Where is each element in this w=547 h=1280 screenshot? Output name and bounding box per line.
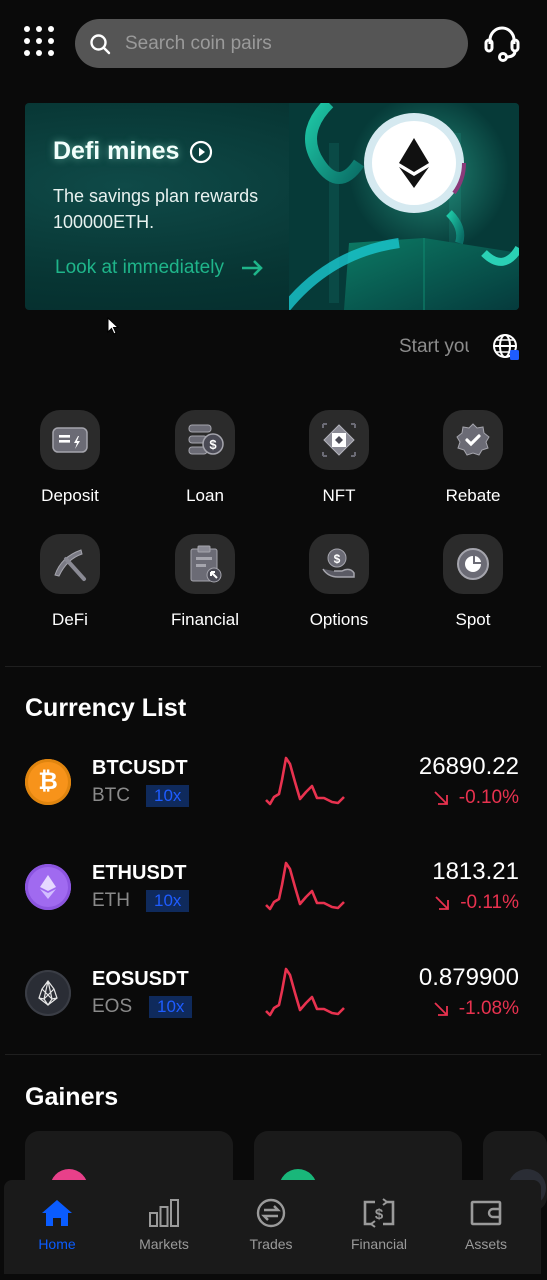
base-symbol: ETH <box>92 890 130 911</box>
sparkline <box>265 861 345 911</box>
clipboard-icon <box>190 545 222 583</box>
leverage-badge: 10x <box>146 785 190 807</box>
pair-name: BTCUSDT <box>92 757 188 779</box>
quick-item-rebate[interactable]: Rebate <box>413 410 533 506</box>
quick-item-nft[interactable]: NFT <box>279 410 399 506</box>
grid-menu-icon[interactable] <box>24 26 58 60</box>
last-price: 0.879900 <box>418 964 519 991</box>
quick-item-deposit[interactable]: Deposit <box>10 410 130 506</box>
price-change: -1.08% <box>433 998 519 1020</box>
arrow-down-right-icon <box>435 896 450 910</box>
last-price: 26890.22 <box>418 753 519 780</box>
arrow-right-icon <box>241 260 263 276</box>
hand-coin-icon: $ <box>322 548 355 578</box>
quick-item-loan[interactable]: $ Loan <box>145 410 265 506</box>
banner-title: Defi mines <box>53 137 213 166</box>
search-bar[interactable] <box>75 19 468 68</box>
quick-item-financial[interactable]: Financial <box>145 534 265 630</box>
deposit-icon <box>52 427 88 453</box>
pair-name: ETHUSDT <box>92 862 187 884</box>
sparkline-chart <box>265 861 345 911</box>
nav-home[interactable]: Home <box>12 1198 102 1252</box>
gainers-title: Gainers <box>25 1083 119 1111</box>
search-input[interactable] <box>125 32 425 55</box>
base-symbol: BTC <box>92 785 130 806</box>
currency-row-eos[interactable]: EOSUSDT EOS 10x 0.879900 -1.08% <box>0 958 547 1028</box>
banner-link[interactable]: Look at immediately <box>55 257 264 279</box>
eos-logo-icon <box>25 970 71 1016</box>
price-change: -0.11% <box>434 892 519 914</box>
eth-coin-illustration <box>289 103 519 310</box>
sparkline <box>265 967 345 1017</box>
home-icon <box>42 1200 72 1226</box>
currency-row-btc[interactable]: ₿ BTCUSDT BTC 10x 26890.22 -0.10% <box>0 747 547 817</box>
pickaxe-icon <box>54 549 86 581</box>
nav-financial[interactable]: $ Financial <box>334 1198 424 1252</box>
nav-trades[interactable]: Trades <box>226 1198 316 1252</box>
rebate-icon <box>456 423 490 456</box>
header <box>0 0 547 86</box>
svg-text:$: $ <box>334 552 341 566</box>
sparkline <box>265 756 345 806</box>
svg-text:$: $ <box>375 1206 384 1223</box>
price-change: -0.10% <box>433 787 519 809</box>
sparkline-chart <box>265 756 345 806</box>
eth-logo-icon <box>25 864 71 910</box>
svg-text:$: $ <box>209 437 217 452</box>
arrow-down-right-icon <box>434 791 448 805</box>
globe-icon[interactable] <box>492 333 520 361</box>
promo-banner[interactable]: Defi mines The savings plan rewards 1000… <box>25 103 519 310</box>
base-symbol: EOS <box>92 996 133 1017</box>
bottom-navigation: Home Markets Trades $ Financial Assets <box>4 1180 541 1274</box>
nav-assets[interactable]: Assets <box>441 1198 531 1252</box>
pair-name: EOSUSDT <box>92 968 189 990</box>
quick-item-options[interactable]: $ Options <box>279 534 399 630</box>
nft-icon <box>322 423 356 457</box>
loan-icon: $ <box>188 424 224 455</box>
last-price: 1813.21 <box>432 858 519 885</box>
leverage-badge: 10x <box>149 996 193 1018</box>
headset-icon[interactable] <box>482 22 522 62</box>
btc-logo-icon: ₿ <box>25 759 71 805</box>
dollar-exchange-icon: $ <box>363 1198 395 1228</box>
search-icon <box>90 33 111 54</box>
wallet-icon <box>470 1200 502 1226</box>
sparkline-chart <box>265 967 345 1017</box>
nav-markets[interactable]: Markets <box>119 1198 209 1252</box>
quick-item-spot[interactable]: Spot <box>413 534 533 630</box>
section-divider <box>5 666 541 667</box>
banner-description: The savings plan rewards 100000ETH. <box>53 186 259 232</box>
leverage-badge: 10x <box>146 890 190 912</box>
exchange-icon <box>256 1198 286 1228</box>
section-divider <box>5 1054 541 1055</box>
arrow-down-right-icon <box>434 1002 448 1016</box>
notice-marquee[interactable]: Start your <box>399 336 469 358</box>
quick-item-defi[interactable]: DeFi <box>10 534 130 630</box>
mouse-cursor-icon <box>107 317 120 335</box>
pie-chart-icon <box>457 548 489 580</box>
bar-chart-icon <box>149 1199 179 1227</box>
currency-list-title: Currency List <box>25 694 187 722</box>
currency-row-eth[interactable]: ETHUSDT ETH 10x 1813.21 -0.11% <box>0 852 547 922</box>
play-circle-icon[interactable] <box>189 140 213 164</box>
